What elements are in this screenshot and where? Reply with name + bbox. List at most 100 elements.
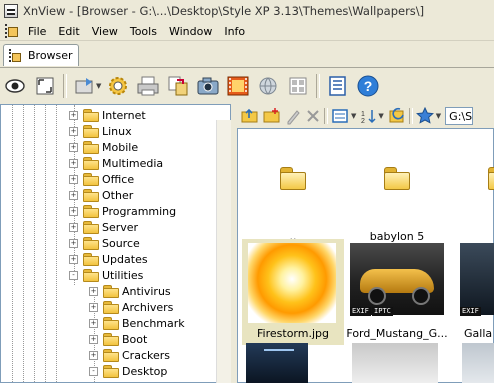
sort-icon[interactable]: 12 [360, 107, 378, 125]
document-menu-icon[interactable] [4, 24, 18, 38]
menu-tools[interactable]: Tools [124, 25, 163, 38]
tree-item-mobile[interactable]: + Mobile [69, 139, 138, 155]
menu-info[interactable]: Info [218, 25, 251, 38]
folder-icon [83, 205, 99, 218]
expand-icon[interactable]: + [69, 206, 78, 216]
tree-guide-line [56, 105, 57, 382]
tree-item-server[interactable]: + Server [69, 219, 138, 235]
tree-item-boot[interactable]: + Boot [89, 331, 147, 347]
favorites-dropdown-arrow[interactable]: ▼ [436, 112, 441, 120]
tree-item-crackers[interactable]: + Crackers [89, 347, 170, 363]
collapse-icon[interactable]: - [69, 270, 78, 280]
collapse-icon[interactable]: - [89, 366, 98, 376]
expand-icon[interactable]: + [69, 126, 78, 136]
tree-item-label: Boot [122, 332, 148, 346]
capture-button[interactable] [195, 73, 221, 99]
expand-icon[interactable]: + [89, 350, 98, 360]
filmstrip-icon [227, 76, 249, 96]
slideshow-button[interactable] [225, 73, 251, 99]
thumbnail-galla[interactable]: EXIF Galla [460, 239, 494, 345]
menu-view[interactable]: View [86, 25, 124, 38]
tree-item-office[interactable]: + Office [69, 171, 134, 187]
tree-item-utilities[interactable]: - Utilities [69, 267, 143, 283]
sort-dropdown-arrow[interactable]: ▼ [378, 112, 383, 120]
expand-icon[interactable]: + [89, 318, 98, 328]
acquire-button[interactable] [72, 73, 98, 99]
tree-item-label: Linux [102, 124, 132, 138]
expand-icon[interactable]: + [69, 158, 78, 168]
new-folder-icon[interactable] [263, 107, 281, 125]
tree-item-label: Office [102, 172, 135, 186]
expand-icon[interactable]: + [89, 286, 98, 296]
rename-icon[interactable] [285, 107, 301, 125]
thumbnail-grid[interactable]: .. babylon 5 Firestorm.jpg EXIF IPTC For… [237, 128, 494, 383]
expand-icon[interactable]: + [69, 222, 78, 232]
expand-icon[interactable]: + [69, 190, 78, 200]
tree-item-programming[interactable]: + Programming [69, 203, 176, 219]
tab-browser[interactable]: Browser [3, 44, 79, 66]
tree-item-internet[interactable]: + Internet [69, 107, 146, 123]
tree-item-label: Source [102, 236, 140, 250]
exif-badge: EXIF [350, 307, 371, 316]
menu-edit[interactable]: Edit [52, 25, 85, 38]
folder-tree[interactable]: + Internet + Linux + Mobile + Multimedia + Of… [0, 104, 231, 383]
tree-item-linux[interactable]: + Linux [69, 123, 132, 139]
refresh-icon[interactable] [388, 107, 406, 125]
tree-item-archivers[interactable]: + Archivers [89, 299, 173, 315]
expand-icon[interactable]: + [89, 334, 98, 344]
thumbnail-parent-folder[interactable]: .. [242, 135, 344, 243]
web-button[interactable] [255, 73, 281, 99]
menu-window[interactable]: Window [163, 25, 218, 38]
tree-item-label: Server [102, 220, 139, 234]
folder-icon [83, 125, 99, 138]
up-folder-icon[interactable] [241, 107, 259, 125]
layout-icon [289, 77, 307, 95]
firestorm-image [248, 243, 336, 323]
tree-scrollbar[interactable] [216, 120, 231, 383]
view-button[interactable] [2, 73, 28, 99]
toolbar-separator [63, 74, 67, 98]
tree-item-source[interactable]: + Source [69, 235, 140, 251]
thumbnail-babylon5-folder[interactable]: babylon 5 [346, 135, 448, 243]
address-field[interactable]: G:\S [445, 107, 474, 125]
convert-button[interactable] [165, 73, 191, 99]
properties-button[interactable] [325, 73, 351, 99]
find-button[interactable] [105, 73, 131, 99]
thumbnail-firestorm[interactable]: Firestorm.jpg [242, 239, 344, 345]
tree-item-benchmark[interactable]: + Benchmark [89, 315, 185, 331]
window-title: XnView - [Browser - G:\...\Desktop\Style… [23, 4, 425, 18]
thumbnail-halo[interactable] [246, 343, 308, 383]
thumbnail-view-icon[interactable] [331, 107, 349, 125]
gear-search-icon [109, 77, 128, 95]
thumbnail-ford-mustang[interactable]: EXIF IPTC Ford_Mustang_G... [346, 239, 448, 345]
favorites-star-icon[interactable] [415, 107, 434, 125]
tree-item-label: Archivers [122, 300, 174, 314]
folder-icon [83, 189, 99, 202]
fullscreen-button[interactable] [32, 73, 58, 99]
expand-icon[interactable]: + [69, 142, 78, 152]
tree-item-multimedia[interactable]: + Multimedia [69, 155, 163, 171]
globe-icon [259, 77, 277, 95]
thumbnail-partial-image[interactable] [462, 343, 494, 383]
thumbnail-folder-partial[interactable] [450, 135, 494, 237]
toolbar-separator [408, 108, 413, 124]
delete-icon[interactable] [305, 107, 321, 125]
layout-button[interactable] [285, 73, 311, 99]
view-dropdown-arrow[interactable]: ▼ [351, 112, 356, 120]
browser-tab-icon [8, 48, 22, 63]
expand-icon[interactable]: + [69, 238, 78, 248]
tree-item-other[interactable]: + Other [69, 187, 133, 203]
tree-item-desktop[interactable]: - Desktop [89, 363, 167, 379]
menu-file[interactable]: File [22, 25, 52, 38]
expand-icon[interactable]: + [69, 174, 78, 184]
print-button[interactable] [135, 73, 161, 99]
tree-item-updates[interactable]: + Updates [69, 251, 148, 267]
expand-icon[interactable]: + [69, 254, 78, 264]
thumbnail-gray-image[interactable] [352, 343, 438, 383]
expand-icon[interactable]: + [89, 302, 98, 312]
expand-icon[interactable]: + [69, 110, 78, 120]
help-button[interactable]: ? [355, 73, 381, 99]
tree-item-antivirus[interactable]: + Antivirus [89, 283, 171, 299]
folder-icon [384, 167, 410, 190]
tree-item-label: Programming [102, 204, 177, 218]
